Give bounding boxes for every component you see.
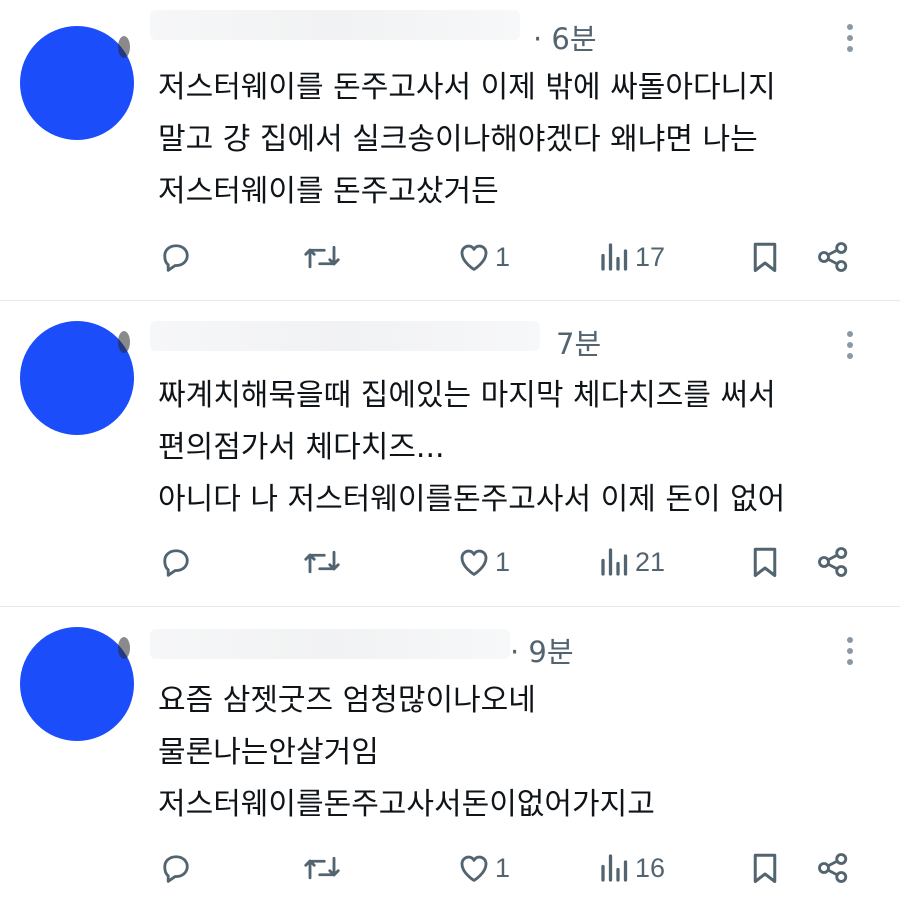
tweet-text-line: 편의점가서 체다치즈... xyxy=(158,430,445,465)
author-name-redacted xyxy=(150,321,540,351)
like-count: 1 xyxy=(495,546,511,577)
tweet-text-line: 저스터웨이를돈주고사서돈이없어가지고 xyxy=(158,787,655,822)
share-button[interactable] xyxy=(814,237,852,277)
bookmark-icon xyxy=(753,853,777,883)
retweet-button[interactable] xyxy=(302,848,342,888)
share-icon xyxy=(818,853,848,883)
avatar[interactable] xyxy=(20,26,134,140)
retweet-button[interactable] xyxy=(302,237,342,277)
reply-button[interactable] xyxy=(158,848,194,888)
tweet-text-line: 저스터웨이를 돈주고사서 이제 밖에 싸돌아다니지 xyxy=(158,70,776,105)
retweet-button[interactable] xyxy=(302,542,342,582)
tweet-text: 요즘 삼젯굿즈 엄청많이나오네 물론나는안살거임 저스터웨이를돈주고사서돈이없어… xyxy=(158,675,878,831)
reply-button[interactable] xyxy=(158,237,194,277)
like-button[interactable]: 1 xyxy=(456,848,510,888)
view-count: 21 xyxy=(635,546,666,577)
more-options-button[interactable] xyxy=(844,24,856,58)
views-chart-icon xyxy=(601,243,628,271)
author-name-redacted xyxy=(150,10,520,40)
tweet-text-line: 저스터웨이를 돈주고샀거든 xyxy=(158,174,499,209)
retweet-icon xyxy=(304,550,340,574)
tweet-text-line: 아니다 나 저스터웨이를돈주고사서 이제 돈이 없어 xyxy=(158,482,786,517)
retweet-icon xyxy=(304,245,340,269)
bookmark-button[interactable] xyxy=(748,237,782,277)
views-button[interactable]: 21 xyxy=(598,542,665,582)
tweet[interactable]: · 6분 저스터웨이를 돈주고사서 이제 밖에 싸돌아다니지 말고 걍 집에서 … xyxy=(0,0,900,300)
view-count: 17 xyxy=(635,241,666,272)
share-button[interactable] xyxy=(814,542,852,582)
more-vertical-icon xyxy=(847,637,853,643)
tweet-timestamp[interactable]: · 6분 xyxy=(533,22,597,56)
tweet-text: 짜계치해묵을때 집에있는 마지막 체다치즈를 써서 편의점가서 체다치즈... … xyxy=(158,370,878,526)
author-name-redacted xyxy=(150,629,510,659)
reply-icon xyxy=(163,549,189,577)
bookmark-icon xyxy=(753,242,777,272)
retweet-icon xyxy=(304,856,340,880)
tweet-text-line: 요즘 삼젯굿즈 엄청많이나오네 xyxy=(158,683,536,718)
tweet-timestamp[interactable]: · 9분 xyxy=(510,635,574,669)
bookmark-icon xyxy=(753,547,777,577)
views-chart-icon xyxy=(601,548,628,576)
share-icon xyxy=(818,242,848,272)
tweet[interactable]: 7분 짜계치해묵을때 집에있는 마지막 체다치즈를 써서 편의점가서 체다치즈.… xyxy=(0,301,900,606)
tweet-actions: 1 16 xyxy=(0,848,900,888)
tweet-text-line: 물론나는안살거임 xyxy=(158,735,379,770)
more-vertical-icon xyxy=(847,331,853,337)
views-button[interactable]: 17 xyxy=(598,237,665,277)
like-count: 1 xyxy=(495,852,511,883)
tweet-text-line: 짜계치해묵을때 집에있는 마지막 체다치즈를 써서 xyxy=(158,378,776,413)
avatar[interactable] xyxy=(20,627,134,741)
heart-icon xyxy=(460,855,488,882)
share-icon xyxy=(818,547,848,577)
views-button[interactable]: 16 xyxy=(598,848,665,888)
heart-icon xyxy=(460,244,488,271)
reply-icon xyxy=(163,244,189,272)
tweet-text-line: 말고 걍 집에서 실크송이나해야겠다 왜냐면 나는 xyxy=(158,122,758,157)
more-options-button[interactable] xyxy=(844,637,856,671)
tweet-text: 저스터웨이를 돈주고사서 이제 밖에 싸돌아다니지 말고 걍 집에서 실크송이나… xyxy=(158,62,878,218)
timeline-feed: · 6분 저스터웨이를 돈주고사서 이제 밖에 싸돌아다니지 말고 걍 집에서 … xyxy=(0,0,900,904)
more-vertical-icon xyxy=(847,24,853,30)
share-button[interactable] xyxy=(814,848,852,888)
tweet-timestamp[interactable]: 7분 xyxy=(556,327,601,361)
tweet[interactable]: · 9분 요즘 삼젯굿즈 엄청많이나오네 물론나는안살거임 저스터웨이를돈주고사… xyxy=(0,607,900,904)
more-options-button[interactable] xyxy=(844,331,856,365)
tweet-actions: 1 21 xyxy=(0,542,900,582)
tweet-actions: 1 17 xyxy=(0,237,900,277)
view-count: 16 xyxy=(635,852,666,883)
bookmark-button[interactable] xyxy=(748,542,782,582)
like-button[interactable]: 1 xyxy=(456,237,510,277)
like-button[interactable]: 1 xyxy=(456,542,510,582)
views-chart-icon xyxy=(601,854,628,882)
like-count: 1 xyxy=(495,241,511,272)
avatar[interactable] xyxy=(20,321,134,435)
heart-icon xyxy=(460,549,488,576)
reply-icon xyxy=(163,855,189,883)
bookmark-button[interactable] xyxy=(748,848,782,888)
reply-button[interactable] xyxy=(158,542,194,582)
